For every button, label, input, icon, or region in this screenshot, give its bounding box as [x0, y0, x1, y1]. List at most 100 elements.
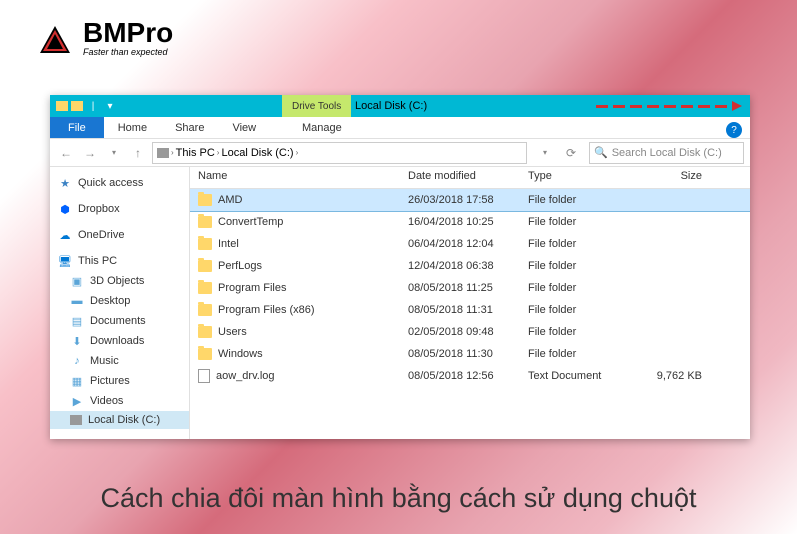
- file-date: 08/05/2018 11:30: [400, 348, 520, 360]
- pc-icon: 🖥: [58, 254, 72, 268]
- address-bar: ← → ▾ ↑ › This PC › Local Disk (C:) › ▾ …: [50, 139, 750, 167]
- folder-icon: [198, 260, 212, 272]
- titlebar[interactable]: | ▾ Drive Tools Local Disk (C:): [50, 95, 750, 117]
- breadcrumb-segment[interactable]: Local Disk (C:): [221, 147, 293, 159]
- sidebar-item-desktop[interactable]: ▬Desktop: [50, 291, 189, 311]
- picture-icon: ▦: [70, 374, 84, 388]
- sidebar-item-music[interactable]: ♪Music: [50, 351, 189, 371]
- window-title: Local Disk (C:): [355, 100, 427, 112]
- file-date: 12/04/2018 06:38: [400, 260, 520, 272]
- file-name: Windows: [218, 348, 263, 360]
- chevron-right-icon[interactable]: ›: [171, 148, 174, 157]
- column-headers: Name Date modified Type Size: [190, 167, 750, 189]
- share-tab[interactable]: Share: [161, 117, 218, 138]
- file-rows: AMD26/03/2018 17:58File folderConvertTem…: [190, 189, 750, 439]
- manage-tab[interactable]: Manage: [288, 0, 356, 300]
- logo-tagline: Faster than expected: [83, 47, 173, 57]
- file-explorer-window: | ▾ Drive Tools Local Disk (C:) File Hom…: [50, 95, 750, 439]
- file-name: Users: [218, 326, 247, 338]
- folder-icon: [198, 348, 212, 360]
- breadcrumb-segment[interactable]: This PC: [176, 147, 215, 159]
- logo-icon: [35, 18, 75, 58]
- view-tab[interactable]: View: [218, 117, 270, 138]
- file-size: 9,762 KB: [620, 370, 710, 382]
- file-type: File folder: [520, 194, 620, 206]
- table-row[interactable]: AMD26/03/2018 17:58File folder: [190, 189, 750, 211]
- table-row[interactable]: PerfLogs12/04/2018 06:38File folder: [190, 255, 750, 277]
- star-icon: ★: [58, 176, 72, 190]
- table-row[interactable]: ConvertTemp16/04/2018 10:25File folder: [190, 211, 750, 233]
- folder-icon: [198, 238, 212, 250]
- table-row[interactable]: aow_drv.log08/05/2018 12:56Text Document…: [190, 365, 750, 387]
- caption-text: Cách chia đôi màn hình bằng cách sử dụng…: [0, 483, 797, 514]
- download-icon: ⬇: [70, 334, 84, 348]
- drive-icon: [157, 148, 169, 158]
- file-name: aow_drv.log: [216, 370, 275, 382]
- folder-icon: [198, 282, 212, 294]
- table-row[interactable]: Program Files (x86) 08/05/2018 11:31File …: [190, 299, 750, 321]
- search-placeholder: Search Local Disk (C:): [612, 147, 722, 159]
- table-row[interactable]: Windows 08/05/2018 11:30File folder: [190, 343, 750, 365]
- cloud-icon: ☁: [58, 228, 72, 242]
- folder-icon[interactable]: [71, 101, 83, 111]
- sidebar-item-local-disk[interactable]: Local Disk (C:): [50, 411, 189, 429]
- search-input[interactable]: 🔍 Search Local Disk (C:): [589, 142, 744, 164]
- sidebar-item-3d-objects[interactable]: ▣3D Objects: [50, 271, 189, 291]
- sidebar-item-dropbox[interactable]: ⬢Dropbox: [50, 199, 189, 219]
- folder-icon: [198, 326, 212, 338]
- system-icon[interactable]: [56, 101, 68, 111]
- forward-button[interactable]: →: [80, 143, 100, 163]
- sidebar-item-quick-access[interactable]: ★Quick access: [50, 173, 189, 193]
- dropdown-icon[interactable]: ▾: [535, 143, 555, 163]
- dropdown-icon[interactable]: ▾: [103, 99, 117, 113]
- file-name: Program Files: [218, 282, 286, 294]
- sidebar-item-onedrive[interactable]: ☁OneDrive: [50, 225, 189, 245]
- file-name: AMD: [218, 194, 242, 206]
- column-size[interactable]: Size: [620, 167, 710, 188]
- file-date: 16/04/2018 10:25: [400, 216, 520, 228]
- sidebar-item-pictures[interactable]: ▦Pictures: [50, 371, 189, 391]
- back-button[interactable]: ←: [56, 143, 76, 163]
- recent-dropdown[interactable]: ▾: [104, 143, 124, 163]
- drag-indicator-arrow: [596, 101, 742, 111]
- up-button[interactable]: ↑: [128, 143, 148, 163]
- document-icon: ▤: [70, 314, 84, 328]
- home-tab[interactable]: Home: [104, 117, 161, 138]
- chevron-right-icon[interactable]: ›: [217, 148, 220, 157]
- file-list: Name Date modified Type Size AMD26/03/20…: [190, 167, 750, 439]
- file-name: Intel: [218, 238, 239, 250]
- help-icon[interactable]: ?: [726, 122, 742, 138]
- table-row[interactable]: Intel 06/04/2018 12:04File folder: [190, 233, 750, 255]
- folder-icon: [198, 194, 212, 206]
- column-type[interactable]: Type: [520, 167, 620, 188]
- sidebar-item-this-pc[interactable]: 🖥This PC: [50, 251, 189, 271]
- logo: BMPro Faster than expected: [35, 18, 173, 58]
- column-date[interactable]: Date modified: [400, 167, 520, 188]
- sidebar-item-videos[interactable]: ▶Videos: [50, 391, 189, 411]
- file-name: Program Files (x86): [218, 304, 315, 316]
- table-row[interactable]: Users02/05/2018 09:48File folder: [190, 321, 750, 343]
- file-date: 02/05/2018 09:48: [400, 326, 520, 338]
- logo-brand: BMPro: [83, 19, 173, 47]
- drive-icon: [70, 415, 82, 425]
- divider: |: [86, 99, 100, 113]
- file-type: File folder: [520, 348, 620, 360]
- dropbox-icon: ⬢: [58, 202, 72, 216]
- file-date: 08/05/2018 11:31: [400, 304, 520, 316]
- sidebar-item-downloads[interactable]: ⬇Downloads: [50, 331, 189, 351]
- file-type: File folder: [520, 260, 620, 272]
- file-date: 08/05/2018 11:25: [400, 282, 520, 294]
- file-date: 06/04/2018 12:04: [400, 238, 520, 250]
- desktop-icon: ▬: [70, 294, 84, 308]
- file-tab[interactable]: File: [50, 117, 104, 138]
- video-icon: ▶: [70, 394, 84, 408]
- sidebar-item-documents[interactable]: ▤Documents: [50, 311, 189, 331]
- music-icon: ♪: [70, 354, 84, 368]
- file-type: File folder: [520, 304, 620, 316]
- table-row[interactable]: Program Files 08/05/2018 11:25File folder: [190, 277, 750, 299]
- file-type: File folder: [520, 238, 620, 250]
- file-type: Text Document: [520, 370, 620, 382]
- ribbon: File Home Share View Manage ?: [50, 117, 750, 139]
- refresh-icon[interactable]: ⟳: [561, 143, 581, 163]
- file-type: File folder: [520, 282, 620, 294]
